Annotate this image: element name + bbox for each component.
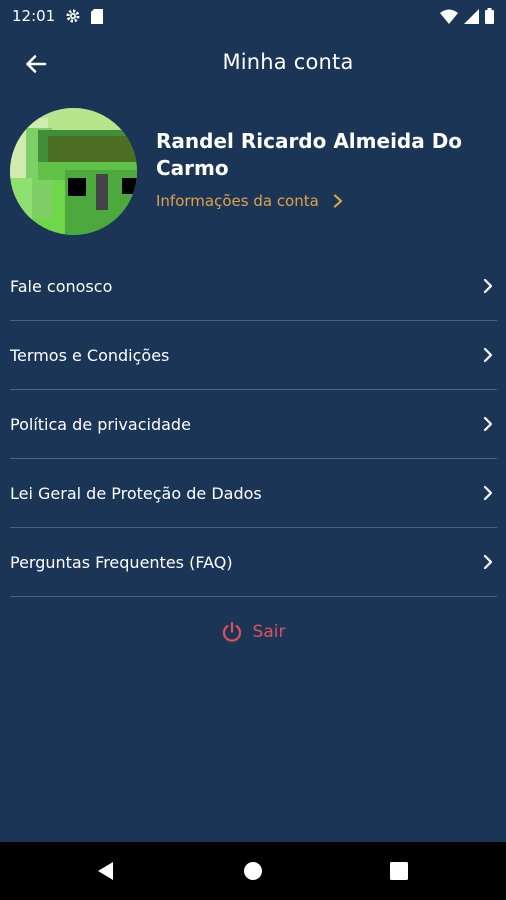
menu-item-fale-conosco[interactable]: Fale conosco [10, 252, 497, 321]
triangle-back-icon [98, 862, 113, 880]
nav-home-button[interactable] [241, 859, 265, 883]
power-icon [222, 621, 241, 642]
chevron-right-icon [483, 278, 493, 294]
nav-recents-button[interactable] [387, 859, 411, 883]
logout-button[interactable]: Sair [0, 618, 506, 646]
menu-item-termos[interactable]: Termos e Condições [10, 321, 497, 390]
square-recents-icon [390, 862, 408, 880]
system-navigation-bar [0, 842, 506, 900]
logout-label: Sair [252, 622, 286, 642]
wifi-icon [440, 9, 458, 24]
menu-item-label: Política de privacidade [10, 414, 191, 434]
gear-icon [66, 9, 80, 23]
battery-icon [485, 8, 494, 24]
circle-home-icon [244, 862, 262, 880]
menu-item-lgpd[interactable]: Lei Geral de Proteção de Dados [10, 459, 497, 528]
menu-item-label: Termos e Condições [10, 345, 170, 365]
chevron-right-icon [483, 485, 493, 501]
menu-item-label: Perguntas Frequentes (FAQ) [10, 552, 233, 572]
status-time: 12:01 [12, 7, 56, 25]
status-bar: 12:01 [0, 0, 506, 32]
chevron-right-icon [483, 416, 493, 432]
chevron-right-icon [333, 194, 342, 208]
avatar[interactable] [10, 108, 137, 235]
menu-item-label: Fale conosco [10, 276, 113, 296]
avatar-image [10, 108, 137, 235]
nav-back-button[interactable] [94, 859, 118, 883]
profile-header: Randel Ricardo Almeida Do Carmo Informaç… [10, 108, 496, 236]
app-bar: Minha conta [0, 32, 506, 96]
signal-icon [464, 8, 479, 24]
menu-item-faq[interactable]: Perguntas Frequentes (FAQ) [10, 528, 497, 597]
menu-item-label: Lei Geral de Proteção de Dados [10, 483, 262, 503]
chevron-right-icon [483, 554, 493, 570]
menu-item-privacidade[interactable]: Política de privacidade [10, 390, 497, 459]
chevron-right-icon [483, 347, 493, 363]
sd-card-icon [91, 8, 104, 24]
account-info-link[interactable]: Informações da conta [156, 192, 343, 210]
settings-menu: Fale conosco Termos e Condições Política… [10, 252, 497, 597]
account-info-label: Informações da conta [156, 192, 319, 210]
page-title: Minha conta [222, 50, 354, 74]
user-name: Randel Ricardo Almeida Do Carmo [156, 129, 463, 180]
